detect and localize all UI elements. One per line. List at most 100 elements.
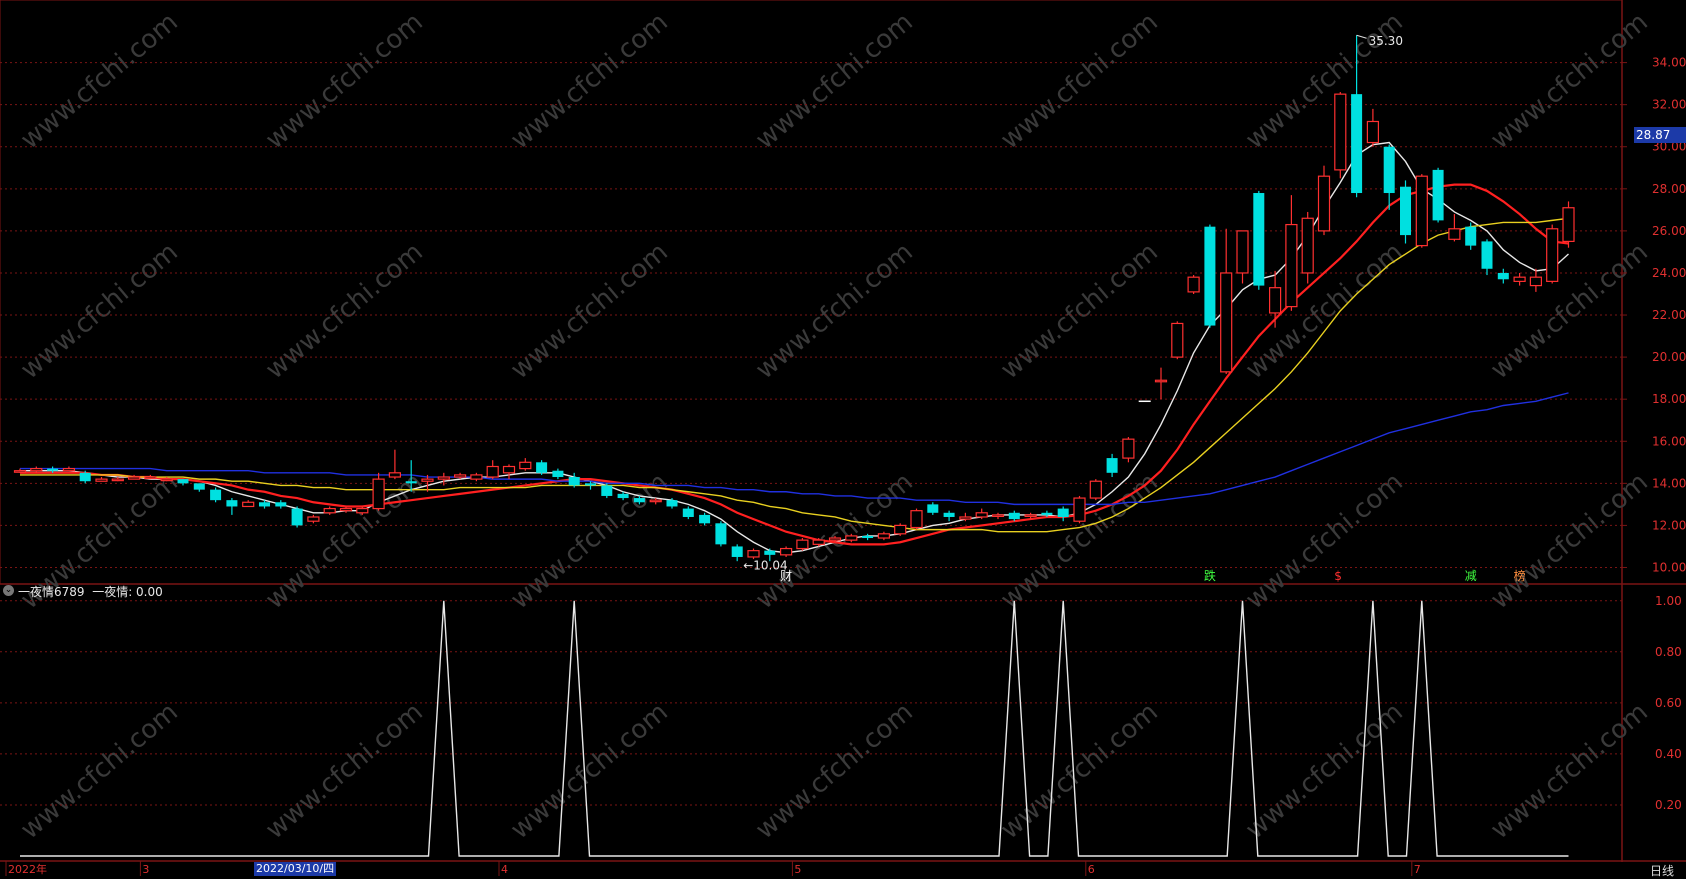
candle — [796, 538, 809, 551]
candle-body-up — [437, 476, 450, 480]
candle-body-down — [1106, 458, 1118, 473]
candle — [1383, 144, 1395, 210]
indicator-y-tick-label: 0.40 — [1655, 747, 1682, 761]
candle — [877, 531, 891, 541]
watermark-text: www.cfchi.com — [505, 697, 674, 845]
watermark-text: www.cfchi.com — [260, 697, 429, 845]
candle-body-down — [536, 462, 548, 473]
candle — [177, 479, 189, 486]
candle — [1562, 201, 1575, 248]
chevron-down-icon[interactable]: ⌄ — [3, 585, 14, 596]
candle-body-up — [1122, 438, 1135, 459]
candle-body-up — [323, 507, 336, 514]
candle-body-up — [845, 535, 858, 541]
candle — [291, 506, 303, 528]
indicator-title: 一夜情6789 一夜情: 0.00 — [18, 583, 163, 600]
watermark-text: www.cfchi.com — [1485, 237, 1654, 385]
candle-body-up — [894, 524, 907, 535]
candle — [536, 460, 548, 475]
high-price-label: 35.30 — [1369, 34, 1403, 48]
candle — [1204, 224, 1216, 328]
candle-body-down — [177, 479, 189, 484]
watermark-text: www.cfchi.com — [750, 697, 919, 845]
ma-line-ma20 — [20, 217, 1569, 533]
candle-body-up — [1546, 228, 1559, 282]
candle-body-down — [1253, 193, 1265, 286]
candle — [502, 464, 516, 480]
candle — [894, 523, 907, 536]
candle-body-up — [388, 472, 401, 478]
watermark-text: www.cfchi.com — [505, 467, 674, 615]
x-tick-label: 3 — [142, 863, 149, 876]
candle-body-up — [30, 468, 43, 472]
candle — [1334, 92, 1347, 179]
candle — [486, 460, 499, 480]
candle-body-up — [95, 478, 108, 482]
candle-body-up — [1236, 230, 1249, 274]
candle-body-up — [242, 501, 255, 508]
candle — [1106, 453, 1118, 478]
candle — [943, 510, 955, 522]
candle-body-down — [1497, 272, 1509, 280]
candle-body-up — [470, 474, 483, 480]
event-marker: 榜 — [1514, 568, 1526, 583]
candle-body-down — [1432, 169, 1444, 221]
candle-body-up — [1301, 217, 1314, 274]
candle-body-down — [1465, 226, 1477, 246]
candle-body-up — [1285, 223, 1298, 308]
candle — [682, 506, 694, 520]
candle-body-up — [828, 537, 842, 541]
candle-body-down — [1008, 512, 1020, 520]
candle-body-down — [259, 502, 270, 507]
watermark-text: www.cfchi.com — [1240, 7, 1409, 155]
candle — [193, 483, 205, 492]
candle-body-up — [975, 512, 988, 518]
stock-chart-canvas[interactable]: www.cfchi.com www.cfchi.com www.cfchi.com w… — [0, 0, 1686, 876]
candle — [1220, 228, 1233, 374]
watermark-text: www.cfchi.com — [260, 237, 429, 385]
watermark-text: www.cfchi.com — [750, 237, 919, 385]
watermark-text: www.cfchi.com — [1485, 697, 1654, 845]
watermark-text: www.cfchi.com — [1485, 467, 1654, 615]
candle-body-down — [1351, 94, 1363, 194]
candle-body-up — [1448, 228, 1461, 240]
candle-body-up — [1415, 175, 1428, 247]
candle-body-up — [796, 539, 809, 550]
candle — [62, 466, 76, 472]
candle-body-up — [502, 465, 516, 474]
y-tick-label: 14.00 — [1652, 476, 1686, 490]
watermark-text: www.cfchi.com — [15, 237, 184, 385]
candle-body-down — [1204, 226, 1216, 326]
event-marker: 财 — [780, 569, 792, 583]
candle — [1481, 239, 1493, 276]
period-label[interactable]: 日线 — [1650, 862, 1674, 879]
event-marker: $ — [1334, 569, 1342, 583]
watermark-text: www.cfchi.com — [15, 7, 184, 155]
candle — [1432, 167, 1444, 223]
candle-body-up — [1268, 287, 1282, 314]
candle-body-up — [747, 550, 760, 558]
y-tick-label: 20.00 — [1652, 350, 1686, 364]
y-tick-label: 28.00 — [1652, 182, 1686, 196]
candle — [307, 514, 320, 524]
candle-body-up — [779, 547, 793, 556]
candle-body-up — [1529, 276, 1543, 287]
candle-body-down — [682, 508, 694, 517]
candle — [372, 472, 385, 511]
candle-body-up — [1024, 514, 1037, 517]
y-tick-label: 18.00 — [1652, 392, 1686, 406]
candle-body-up — [111, 478, 124, 482]
candle — [1171, 321, 1184, 360]
candle-body-up — [62, 468, 76, 472]
candle-body-down — [552, 470, 564, 478]
candle — [226, 498, 238, 515]
candle-body-down — [291, 508, 303, 526]
candle-body-up — [910, 510, 923, 529]
candle-body-down — [1057, 508, 1069, 517]
candle — [388, 449, 401, 480]
candle — [1268, 270, 1282, 328]
candle-body-up — [356, 507, 369, 514]
candle — [1154, 367, 1168, 400]
candle — [699, 512, 711, 526]
candle-body-up — [1562, 207, 1575, 243]
